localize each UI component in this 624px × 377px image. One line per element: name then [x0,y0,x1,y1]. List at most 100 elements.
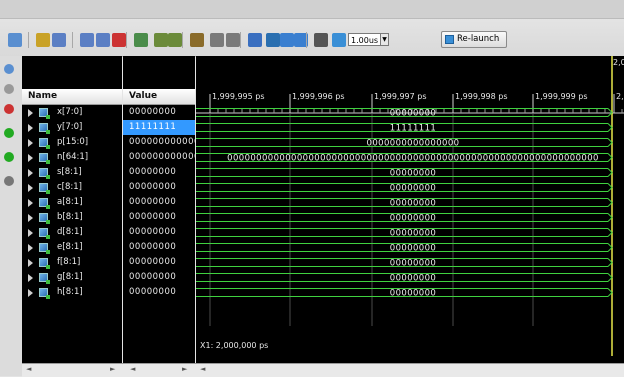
expand-arrow-icon[interactable] [28,199,33,207]
marker-icon[interactable] [112,33,126,47]
signal-value-cell[interactable]: 00000000 [123,195,195,210]
swap-icon[interactable] [134,33,148,47]
next-transition-icon[interactable] [168,33,182,47]
signal-value-cell[interactable]: 00000000 [123,270,195,285]
scroll-left-icon[interactable]: ◄ [26,365,31,373]
signal-value-cell[interactable]: 00000000 [123,180,195,195]
bus-wave-value: 00000000 [390,289,436,299]
go-to-end-icon[interactable] [226,33,240,47]
waveform-canvas[interactable]: 1,999,995 ps 1,999,996 ps 1,999,997 ps 1,99… [196,56,624,370]
time-tick-label: 1,999,998 ps [455,92,508,101]
signal-value: 00000000 [129,182,177,192]
expand-arrow-icon[interactable] [28,289,33,297]
restart-icon[interactable] [248,33,262,47]
signal-name: c[8:1] [57,182,82,192]
expand-arrow-icon[interactable] [28,109,33,117]
signal-row[interactable]: p[15:0] [22,135,122,150]
expand-arrow-icon[interactable] [28,244,33,252]
run-icon[interactable] [266,33,280,47]
time-tick-label: 1,999,997 ps [374,92,427,101]
time-tick-label: 1,999,999 ps [535,92,588,101]
signal-row[interactable]: c[8:1] [22,180,122,195]
pause-icon[interactable] [314,33,328,47]
signal-value-cell[interactable]: 11111111 [123,120,195,135]
expand-arrow-icon[interactable] [28,274,33,282]
signal-value-cell[interactable]: 0000000000000000 [123,150,223,165]
bus-wave-value: 00000000 [390,109,436,119]
signal-row[interactable]: d[8:1] [22,225,122,240]
signal-row[interactable]: a[8:1] [22,195,122,210]
bus-signal-icon [39,198,50,209]
waveform-panel[interactable]: 1,999,995 ps 1,999,996 ps 1,999,997 ps 1,99… [196,56,624,370]
signal-value: 00000000 [129,287,177,297]
signal-row[interactable]: n[64:1] [22,150,122,165]
signal-name: g[8:1] [57,272,83,282]
signal-value-cell[interactable]: 0000000000000000 [123,135,223,150]
scroll-left-icon[interactable]: ◄ [200,365,205,373]
signal-name-panel: Name x[7:0] y[7:0] p[15:0] n[64:1] s[8:1] c[8… [22,56,122,370]
cursor-readout: X1: 2,000,000 ps [200,341,269,350]
expand-arrow-icon[interactable] [28,184,33,192]
signal-value-cell[interactable]: 00000000 [123,255,195,270]
signal-value-panel: Value 00000000 11111111 0000000000000000 00… [123,56,223,370]
bus-wave-value: 00000000 [390,169,436,179]
signal-row[interactable]: y[7:0] [22,120,122,135]
time-tick-label: 2,0 [616,92,624,101]
signal-value-cell[interactable]: 00000000 [123,240,195,255]
expand-arrow-icon[interactable] [28,259,33,267]
go-to-start-icon[interactable] [210,33,224,47]
help-icon[interactable] [36,33,50,47]
scroll-left-icon[interactable]: ◄ [130,365,135,373]
relaunch-icon[interactable] [332,33,346,47]
signal-value-cell[interactable]: 00000000 [123,285,195,300]
name-header[interactable]: Name [22,89,122,105]
horizontal-scrollbar[interactable]: ◄ ► ◄ ► ◄ [22,363,624,377]
marker-icon[interactable] [4,104,14,114]
signal-value-cell[interactable]: 00000000 [123,225,195,240]
run-icon[interactable] [4,128,14,138]
signal-value-cell[interactable]: 00000000 [123,165,195,180]
signal-value: 00000000 [129,212,177,222]
expand-arrow-icon[interactable] [28,124,33,132]
bus-signal-icon [39,123,50,134]
signal-row[interactable]: e[8:1] [22,240,122,255]
signal-row[interactable]: h[8:1] [22,285,122,300]
signal-row[interactable]: x[7:0] [22,105,122,120]
zoom-in-icon[interactable] [52,33,66,47]
toolbar-separator [182,32,183,48]
expand-arrow-icon[interactable] [28,154,33,162]
signal-row[interactable]: b[8:1] [22,210,122,225]
zoom-out-icon[interactable] [80,33,94,47]
cursor-icon[interactable] [4,176,14,186]
signal-value-cell[interactable]: 00000000 [123,105,195,120]
zoom-fit-icon[interactable] [96,33,110,47]
expand-arrow-icon[interactable] [28,214,33,222]
expand-arrow-icon[interactable] [28,139,33,147]
bus-wave-value: 00000000 [390,244,436,254]
signal-row[interactable]: f[8:1] [22,255,122,270]
side-toolbar [0,56,23,376]
toolbar: 1.00us ▼ Re-launch [0,0,624,57]
expand-arrow-icon[interactable] [28,169,33,177]
relaunch-icon [445,35,454,44]
signal-value-cell[interactable]: 00000000 [123,210,195,225]
cursor-icon[interactable] [190,33,204,47]
scroll-right-icon[interactable]: ► [182,365,187,373]
value-header[interactable]: Value [123,89,195,105]
previous-transition-icon[interactable] [154,33,168,47]
run-for-time-icon[interactable] [280,33,294,47]
signal-value: 00000000 [129,272,177,282]
toolbar-separator [126,32,127,48]
signal-row[interactable]: g[8:1] [22,270,122,285]
search-icon[interactable] [4,84,14,94]
relaunch-button[interactable]: Re-launch [441,31,507,48]
expand-arrow-icon[interactable] [28,229,33,237]
signal-name: f[8:1] [57,257,81,267]
signal-row[interactable]: s[8:1] [22,165,122,180]
step-icon[interactable] [4,152,14,162]
chevron-down-icon[interactable]: ▼ [380,33,389,46]
zoom-icon[interactable] [4,64,14,74]
scroll-right-icon[interactable]: ► [110,365,115,373]
bus-signal-icon [39,138,50,149]
save-icon[interactable] [8,33,22,47]
